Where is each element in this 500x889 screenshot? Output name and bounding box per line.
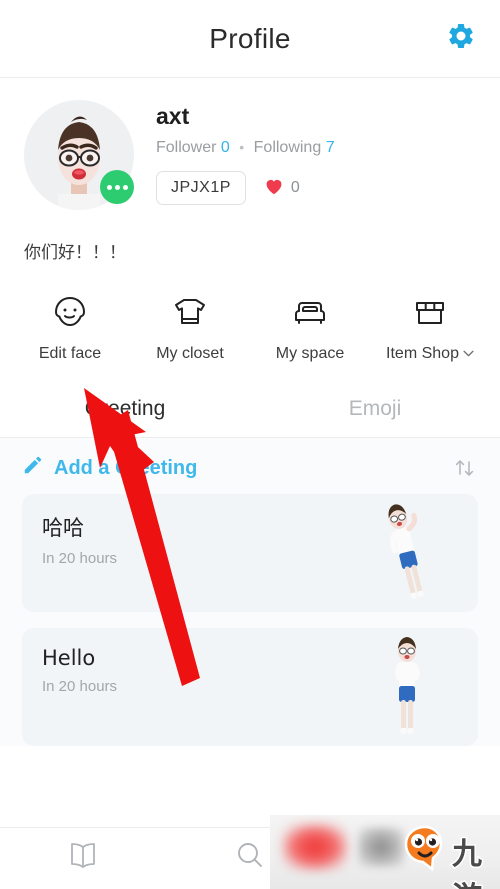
action-label: Edit face	[38, 345, 102, 362]
face-icon	[48, 289, 92, 335]
watermark-blur-red	[282, 823, 348, 871]
following-count[interactable]: 7	[326, 139, 335, 156]
watermark-blur-gray	[358, 827, 404, 867]
watermark-text: 九游	[451, 836, 484, 889]
app-header: Profile	[0, 0, 500, 78]
greeting-toolbar: Add a Greeting	[0, 438, 500, 494]
profile-screen: Profile axt Follower 0 • Following 7 JPJ…	[0, 0, 500, 889]
profile-info: axt Follower 0 • Following 7 JPJX1P 0	[134, 100, 476, 210]
search-icon	[232, 839, 268, 878]
profile-block: axt Follower 0 • Following 7 JPJX1P 0	[0, 78, 500, 210]
avatar-more-badge[interactable]	[100, 170, 134, 204]
action-edit-face[interactable]: Edit face	[10, 289, 130, 363]
action-item-shop[interactable]: Item Shop	[370, 289, 490, 363]
id-row: JPJX1P 0	[156, 171, 476, 206]
avatar-wrapper[interactable]	[24, 100, 134, 210]
pencil-icon	[22, 454, 44, 482]
more-dots-icon	[114, 184, 120, 190]
avatar-figure-icon	[384, 636, 430, 740]
avatar-figure-icon	[384, 502, 430, 606]
like-count: 0	[290, 179, 300, 197]
sofa-icon	[288, 289, 332, 335]
greeting-card[interactable]: Hello In 20 hours	[22, 628, 478, 746]
follow-stats: Follower 0 • Following 7	[156, 139, 476, 157]
tab-emoji[interactable]: Emoji	[250, 385, 500, 437]
tab-greeting[interactable]: Greeting	[0, 385, 250, 437]
following-label[interactable]: Following	[254, 139, 322, 156]
follower-count[interactable]: 0	[221, 139, 230, 156]
jiuyou-mascot-icon	[402, 825, 448, 880]
content-tabs: Greeting Emoji	[0, 385, 500, 438]
gear-icon	[446, 21, 476, 56]
add-greeting-button[interactable]: Add a Greeting	[22, 454, 197, 482]
page-title: Profile	[209, 22, 291, 54]
stats-separator: •	[239, 139, 245, 156]
follower-label[interactable]: Follower	[156, 139, 216, 156]
heart-icon	[264, 177, 284, 200]
greeting-card[interactable]: 哈哈 In 20 hours	[22, 494, 478, 612]
nav-item-book[interactable]	[0, 828, 167, 889]
action-label: Item Shop	[386, 345, 474, 363]
add-greeting-label: Add a Greeting	[54, 456, 198, 479]
action-row: Edit face My closet My space Item Shop	[0, 263, 500, 363]
chevron-down-icon[interactable]	[463, 348, 474, 360]
user-id-button[interactable]: JPJX1P	[156, 171, 246, 206]
shop-icon	[408, 289, 452, 335]
tshirt-icon	[168, 289, 212, 335]
action-my-closet[interactable]: My closet	[130, 289, 250, 363]
more-dots-icon	[106, 184, 112, 190]
greeting-card-list: 哈哈 In 20 hours Hello In 20 hours	[0, 494, 500, 746]
action-label: My space	[275, 345, 345, 362]
settings-button[interactable]	[444, 22, 478, 56]
book-icon	[64, 839, 102, 878]
more-dots-icon	[122, 184, 128, 190]
action-my-space[interactable]: My space	[250, 289, 370, 363]
profile-bio: 你们好！！！	[24, 243, 126, 263]
watermark: 九游	[270, 815, 500, 889]
action-label: My closet	[156, 345, 224, 362]
username: axt	[156, 103, 190, 129]
like-widget[interactable]: 0	[264, 177, 300, 200]
action-label-text: Item Shop	[386, 345, 459, 362]
sort-updown-icon[interactable]	[452, 456, 478, 480]
